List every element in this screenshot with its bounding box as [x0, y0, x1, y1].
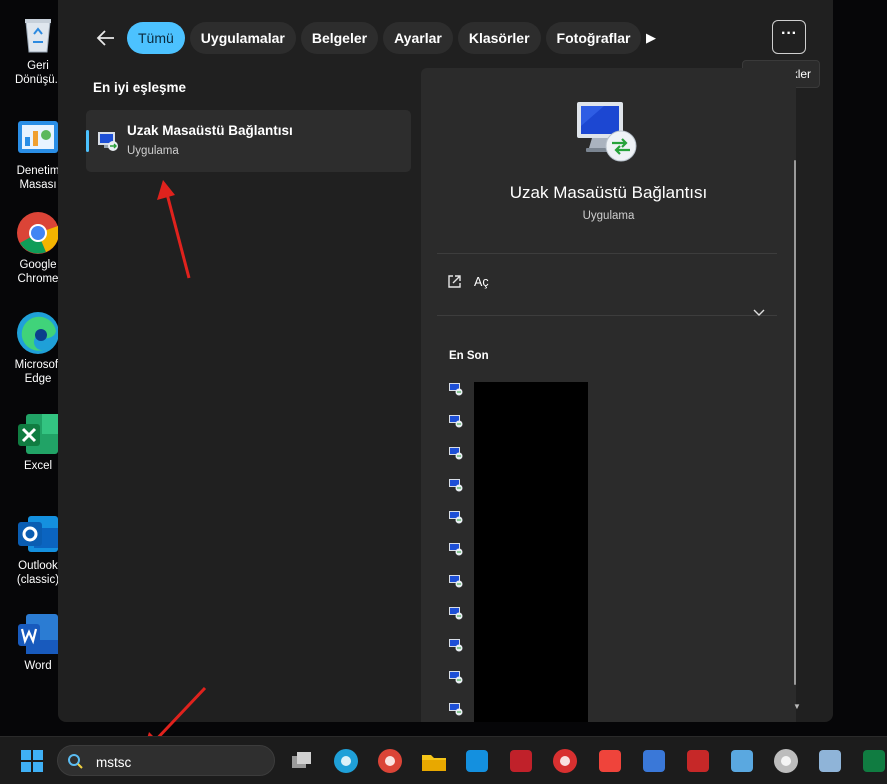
network-icon[interactable]	[640, 747, 668, 775]
more-tabs-button[interactable]: ▶	[640, 22, 662, 54]
app-red-icon[interactable]	[507, 747, 535, 775]
taskbar	[0, 736, 887, 784]
chrome-icon[interactable]	[376, 747, 404, 775]
filter-tabs: Tümü Uygulamalar Belgeler Ayarlar Klasör…	[127, 22, 642, 54]
recent-heading: En Son	[449, 350, 489, 362]
best-match-name: Uzak Masaüstü Bağlantısı	[127, 123, 293, 138]
open-label: Aç	[474, 274, 489, 289]
outlook-icon	[16, 512, 60, 556]
best-match-heading: En iyi eşleşme	[93, 80, 187, 95]
tab-documents[interactable]: Belgeler	[300, 22, 379, 54]
recycle-bin-icon	[16, 12, 60, 56]
open-external-icon	[448, 275, 461, 288]
remote-desktop-icon	[97, 130, 119, 152]
speedometer-icon[interactable]	[772, 747, 800, 775]
search-input[interactable]	[94, 750, 268, 774]
recent-item-icon[interactable]	[449, 638, 463, 652]
tab-all[interactable]: Tümü	[127, 22, 185, 54]
taskbar-search[interactable]	[57, 745, 275, 776]
best-match-item[interactable]: Uzak Masaüstü Bağlantısı Uygulama	[86, 110, 411, 172]
word-icon	[16, 612, 60, 656]
recent-item-icon[interactable]	[449, 574, 463, 588]
edge-icon[interactable]	[332, 747, 360, 775]
recent-item-icon[interactable]	[449, 446, 463, 460]
edge-icon	[16, 311, 60, 355]
expand-button[interactable]	[753, 306, 765, 320]
remote-tool-icon[interactable]	[728, 747, 756, 775]
search-panel: Tümü Uygulamalar Belgeler Ayarlar Klasör…	[58, 0, 833, 722]
scrollbar[interactable]	[794, 160, 796, 685]
anydesk-icon[interactable]	[596, 747, 624, 775]
filezilla-icon[interactable]	[684, 747, 712, 775]
details-pane: Uzak Masaüstü Bağlantısı Uygulama Aç En …	[421, 68, 796, 722]
divider	[437, 315, 777, 316]
selection-indicator	[86, 130, 89, 152]
chrome-icon	[16, 211, 60, 255]
redacted-block	[474, 382, 588, 722]
start-button[interactable]	[21, 750, 43, 772]
task-view-icon[interactable]	[288, 747, 316, 775]
recent-item-icon[interactable]	[449, 414, 463, 428]
file-explorer-icon[interactable]	[420, 747, 448, 775]
open-action[interactable]: Aç	[447, 274, 489, 289]
recent-item-icon[interactable]	[449, 510, 463, 524]
recent-item-icon[interactable]	[449, 702, 463, 716]
recent-item-icon[interactable]	[449, 542, 463, 556]
divider	[437, 253, 777, 254]
outlook-icon[interactable]	[463, 747, 491, 775]
control-panel-icon	[16, 117, 60, 161]
excel-icon	[16, 412, 60, 456]
server-icon[interactable]	[816, 747, 844, 775]
details-app-name: Uzak Masaüstü Bağlantısı	[509, 183, 708, 202]
tab-settings[interactable]: Ayarlar	[383, 22, 453, 54]
scroll-down-arrow[interactable]: ▼	[793, 702, 801, 711]
details-app-type: Uygulama	[582, 210, 635, 222]
recent-item-icon[interactable]	[449, 606, 463, 620]
tab-apps[interactable]: Uygulamalar	[189, 22, 296, 54]
options-button[interactable]: ···	[772, 20, 806, 54]
back-button[interactable]	[92, 24, 120, 52]
best-match-type: Uygulama	[127, 145, 179, 157]
search-icon	[68, 754, 83, 769]
arrow-left-icon	[96, 30, 114, 46]
excel-icon[interactable]	[860, 747, 887, 775]
recent-item-icon[interactable]	[449, 478, 463, 492]
windows-logo-icon	[21, 750, 43, 772]
chevron-down-icon	[753, 309, 765, 316]
tab-photos[interactable]: Fotoğraflar	[545, 22, 642, 54]
app-red-circle-icon[interactable]	[551, 747, 579, 775]
remote-desktop-icon	[574, 100, 640, 164]
annotation-arrow-best-match	[157, 180, 191, 279]
recent-item-icon[interactable]	[449, 382, 463, 396]
tab-folders[interactable]: Klasörler	[457, 22, 541, 54]
recent-item-icon[interactable]	[449, 670, 463, 684]
play-icon: ▶	[646, 30, 656, 45]
